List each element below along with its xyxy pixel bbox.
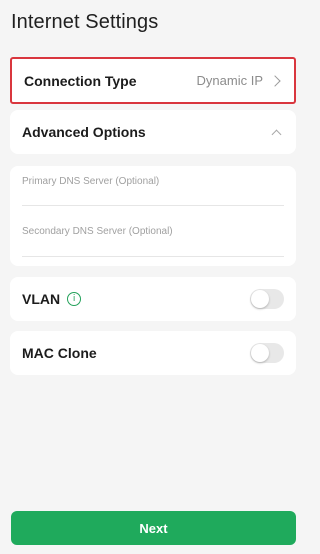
mac-clone-toggle[interactable] xyxy=(250,343,284,363)
next-button[interactable]: Next xyxy=(11,511,296,545)
advanced-options-header[interactable]: Advanced Options xyxy=(10,110,296,154)
connection-type-value: Dynamic IP xyxy=(196,73,263,88)
mac-clone-row: MAC Clone xyxy=(10,331,296,375)
primary-dns-placeholder: Primary DNS Server (Optional) xyxy=(22,176,160,187)
vlan-row: VLAN i xyxy=(10,277,296,321)
vlan-label: VLAN xyxy=(22,291,61,307)
vlan-label-group: VLAN i xyxy=(22,291,82,307)
connection-type-label: Connection Type xyxy=(24,72,137,89)
page-title: Internet Settings xyxy=(11,11,159,33)
mac-clone-label: MAC Clone xyxy=(22,345,97,361)
primary-dns-field[interactable]: Primary DNS Server (Optional) xyxy=(22,166,284,206)
toggle-knob xyxy=(251,290,269,308)
dns-settings-card: Primary DNS Server (Optional) Secondary … xyxy=(10,166,296,266)
secondary-dns-field[interactable]: Secondary DNS Server (Optional) xyxy=(22,216,284,257)
chevron-right-icon xyxy=(269,74,281,87)
vlan-toggle[interactable] xyxy=(250,289,284,309)
toggle-knob xyxy=(251,344,269,362)
connection-type-row[interactable]: Connection Type Dynamic IP xyxy=(10,57,296,104)
advanced-options-label: Advanced Options xyxy=(22,124,146,140)
secondary-dns-placeholder: Secondary DNS Server (Optional) xyxy=(22,226,173,237)
info-icon[interactable]: i xyxy=(67,292,82,306)
chevron-up-icon[interactable] xyxy=(271,129,282,139)
internet-settings-page: Internet Settings Connection Type Dynami… xyxy=(0,0,305,554)
connection-type-value-group: Dynamic IP xyxy=(197,73,282,88)
